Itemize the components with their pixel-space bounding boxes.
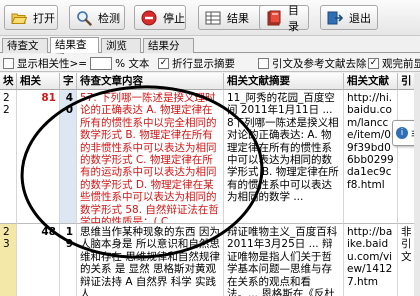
ellipse-annotation <box>20 85 264 259</box>
info-icon: i <box>396 127 408 139</box>
vertical-scrollbar[interactable] <box>414 73 420 296</box>
